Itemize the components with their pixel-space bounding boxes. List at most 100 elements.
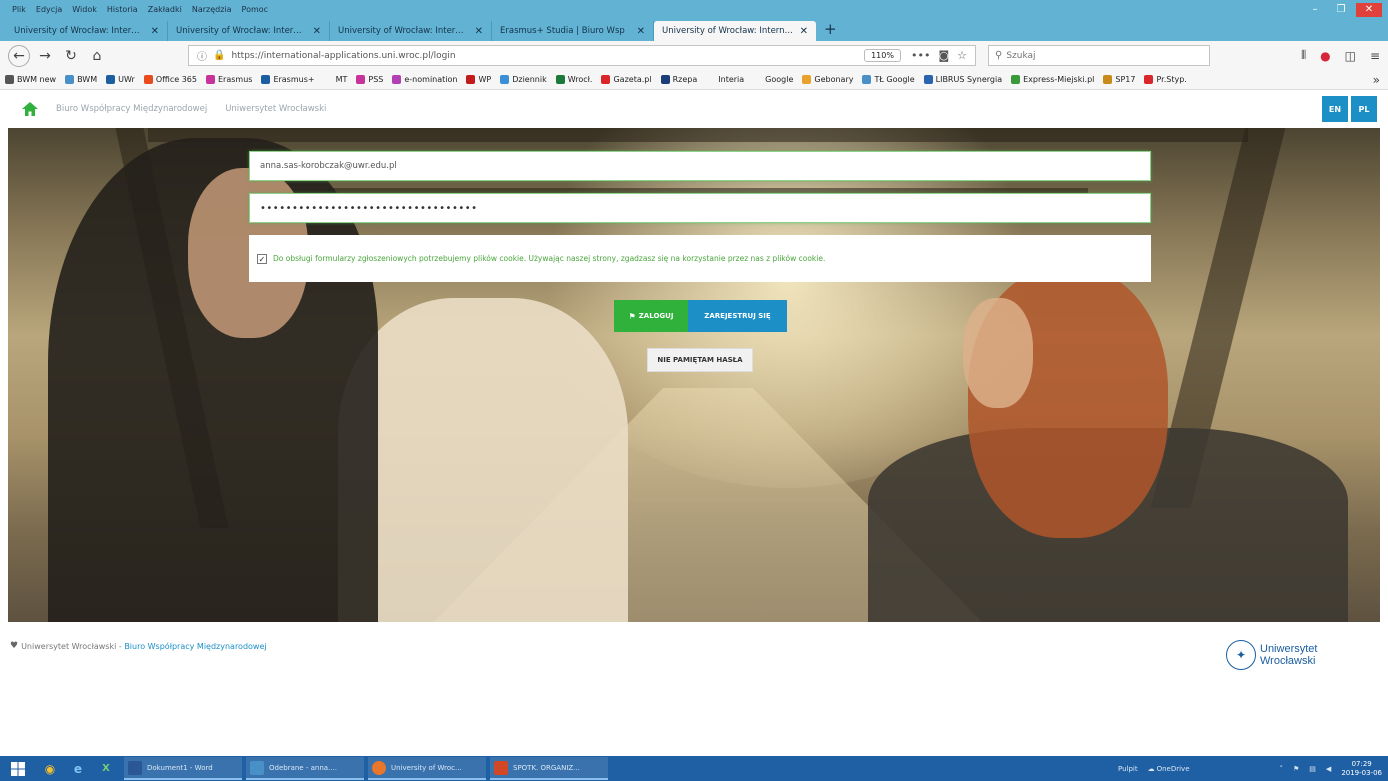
reload-icon[interactable]: ↻ <box>60 45 82 67</box>
home-icon[interactable]: ⌂ <box>86 45 108 67</box>
tab-close-icon[interactable]: ✕ <box>475 26 483 37</box>
tray-onedrive[interactable]: OneDrive <box>1157 765 1190 773</box>
clock-time: 07:29 <box>1351 759 1372 768</box>
bookmark-item[interactable]: LIBRUS Synergia <box>923 75 1002 84</box>
bookmark-item[interactable]: Wrocł. <box>555 75 592 84</box>
taskbar-app-mail[interactable]: Odebrane - anna.... <box>246 757 364 780</box>
bookmark-item[interactable]: Express-Miejski.pl <box>1011 75 1094 84</box>
excel-icon[interactable]: X <box>92 756 120 781</box>
volume-icon[interactable]: ◀ <box>1326 765 1331 773</box>
word-icon <box>128 760 142 775</box>
taskbar-app-firefox[interactable]: University of Wroc... <box>368 757 486 780</box>
close-window-icon[interactable]: ✕ <box>1356 2 1382 17</box>
browser-tab-2[interactable]: University of Wrocław: Internati ✕ <box>168 21 330 41</box>
taskbar-app-word[interactable]: Dokument1 - Word <box>124 757 242 780</box>
url-text[interactable]: https://international-applications.uni.w… <box>231 51 864 61</box>
sidebar-icon[interactable]: ◫ <box>1345 49 1356 63</box>
search-box[interactable]: ⚲ <box>988 45 1210 66</box>
bookmark-label: Rzepa <box>672 75 698 84</box>
edge-icon[interactable]: e <box>64 756 92 781</box>
register-button[interactable]: ZAREJESTRUJ SIĘ <box>688 300 787 332</box>
address-bar[interactable]: ⓘ 🔒 https://international-applications.u… <box>188 45 976 66</box>
menu-zakladki[interactable]: Zakładki <box>148 5 182 14</box>
browser-tab-1[interactable]: University of Wrocław: Internati ✕ <box>6 21 168 41</box>
tray-overflow-icon[interactable]: ˄ <box>1280 765 1284 773</box>
window-controls: – ❐ ✕ <box>1300 0 1382 19</box>
maximize-icon[interactable]: ❐ <box>1330 3 1352 17</box>
header-link-bwm[interactable]: Biuro Współpracy Międzynarodowej <box>56 104 207 114</box>
bookmark-item[interactable]: Interia <box>706 75 744 84</box>
browser-tab-4[interactable]: Erasmus+ Studia | Biuro Wsp ✕ <box>492 21 654 41</box>
chrome-icon[interactable]: ◉ <box>36 756 64 781</box>
bookmark-item[interactable]: TŁ Google <box>862 75 915 84</box>
menu-narzedzia[interactable]: Narzędzia <box>192 5 232 14</box>
tray-desktop[interactable]: Pulpit <box>1118 765 1138 773</box>
browser-tab-3[interactable]: University of Wrocław: Internati ✕ <box>330 21 492 41</box>
pocket-icon[interactable]: ◙ <box>938 49 949 62</box>
bookmark-item[interactable]: BWM new <box>5 75 56 84</box>
extension-icon[interactable]: ● <box>1320 49 1330 63</box>
login-button[interactable]: ⚑ ZALOGUJ <box>614 300 688 332</box>
bookmark-favicon-icon <box>500 75 510 84</box>
password-field[interactable] <box>249 193 1151 223</box>
minimize-icon[interactable]: – <box>1304 3 1326 17</box>
bookmark-item[interactable]: SP17 <box>1103 75 1135 84</box>
bookmark-item[interactable]: Gazeta.pl <box>601 75 652 84</box>
bookmark-item[interactable]: Erasmus <box>205 75 252 84</box>
bookmark-item[interactable]: Dziennik <box>500 75 547 84</box>
bookmark-item[interactable]: PSS <box>356 75 383 84</box>
network-icon[interactable]: ▤ <box>1309 765 1316 773</box>
page-actions-icon[interactable]: ••• <box>911 49 930 62</box>
flag-tray-icon[interactable]: ⚑ <box>1293 765 1299 773</box>
forward-arrow-icon[interactable]: → <box>34 45 56 67</box>
footer-separator: - <box>116 641 125 651</box>
email-field[interactable] <box>249 151 1151 181</box>
bookmark-item[interactable]: Office 365 <box>143 75 197 84</box>
lang-pl-button[interactable]: PL <box>1351 96 1377 122</box>
search-input[interactable] <box>1006 50 1197 61</box>
info-icon[interactable]: ⓘ <box>197 48 207 63</box>
bookmark-item[interactable]: MT <box>323 75 347 84</box>
cookie-checkbox[interactable]: ✓ <box>257 253 267 264</box>
bookmarks-overflow-icon[interactable]: » <box>1373 73 1380 87</box>
menu-widok[interactable]: Widok <box>72 5 97 14</box>
bookmark-label: WP <box>478 75 492 84</box>
windows-start-icon[interactable] <box>0 756 36 781</box>
header-link-uwr[interactable]: Uniwersytet Wrocławski <box>225 104 326 114</box>
zoom-level[interactable]: 110% <box>864 49 901 62</box>
tab-close-icon[interactable]: ✕ <box>637 26 645 37</box>
menu-historia[interactable]: Historia <box>107 5 138 14</box>
footer-link-bwm[interactable]: Biuro Współpracy Międzynarodowej <box>124 642 266 651</box>
menu-edycja[interactable]: Edycja <box>36 5 62 14</box>
menu-plik[interactable]: Plik <box>12 5 26 14</box>
windows-logo-icon <box>11 761 25 776</box>
bookmark-item[interactable]: e-nomination <box>392 75 457 84</box>
bookmark-item[interactable]: Gebonary <box>802 75 853 84</box>
library-icon[interactable]: ⫴ <box>1301 48 1306 63</box>
university-logo[interactable]: ✦ Uniwersytet Wrocławski <box>1226 640 1317 670</box>
bookmark-item[interactable]: UWr <box>106 75 135 84</box>
menu-pomoc[interactable]: Pomoc <box>242 5 269 14</box>
browser-tab-5-active[interactable]: University of Wrocław: Internati ✕ <box>654 21 816 41</box>
password-input[interactable] <box>250 194 1150 222</box>
bookmark-item[interactable]: Pr.Styp. <box>1144 75 1187 84</box>
system-clock[interactable]: 07:29 2019-03-06 <box>1341 760 1382 778</box>
bookmark-item[interactable]: Google <box>753 75 793 84</box>
lang-en-button[interactable]: EN <box>1322 96 1348 122</box>
email-input[interactable] <box>250 152 1150 180</box>
bookmark-star-icon[interactable]: ☆ <box>957 49 967 62</box>
bookmark-item[interactable]: Erasmus+ <box>261 75 315 84</box>
taskbar-app-powerpoint[interactable]: SPOTK. ORGANIZ... <box>490 757 608 780</box>
forgot-password-button[interactable]: NIE PAMIĘTAM HASŁA <box>647 348 753 372</box>
back-arrow-icon[interactable]: ← <box>8 44 30 67</box>
tab-close-icon[interactable]: ✕ <box>313 26 321 37</box>
bookmark-label: Dziennik <box>512 75 547 84</box>
new-tab-button[interactable]: + <box>824 20 837 41</box>
hamburger-menu-icon[interactable]: ≡ <box>1370 49 1380 63</box>
bookmark-item[interactable]: WP <box>466 75 491 84</box>
tab-close-icon[interactable]: ✕ <box>151 26 159 37</box>
bookmark-item[interactable]: Rzepa <box>660 75 698 84</box>
home-icon[interactable] <box>22 102 38 116</box>
bookmark-item[interactable]: BWM <box>65 75 97 84</box>
tab-close-icon[interactable]: ✕ <box>800 26 808 37</box>
